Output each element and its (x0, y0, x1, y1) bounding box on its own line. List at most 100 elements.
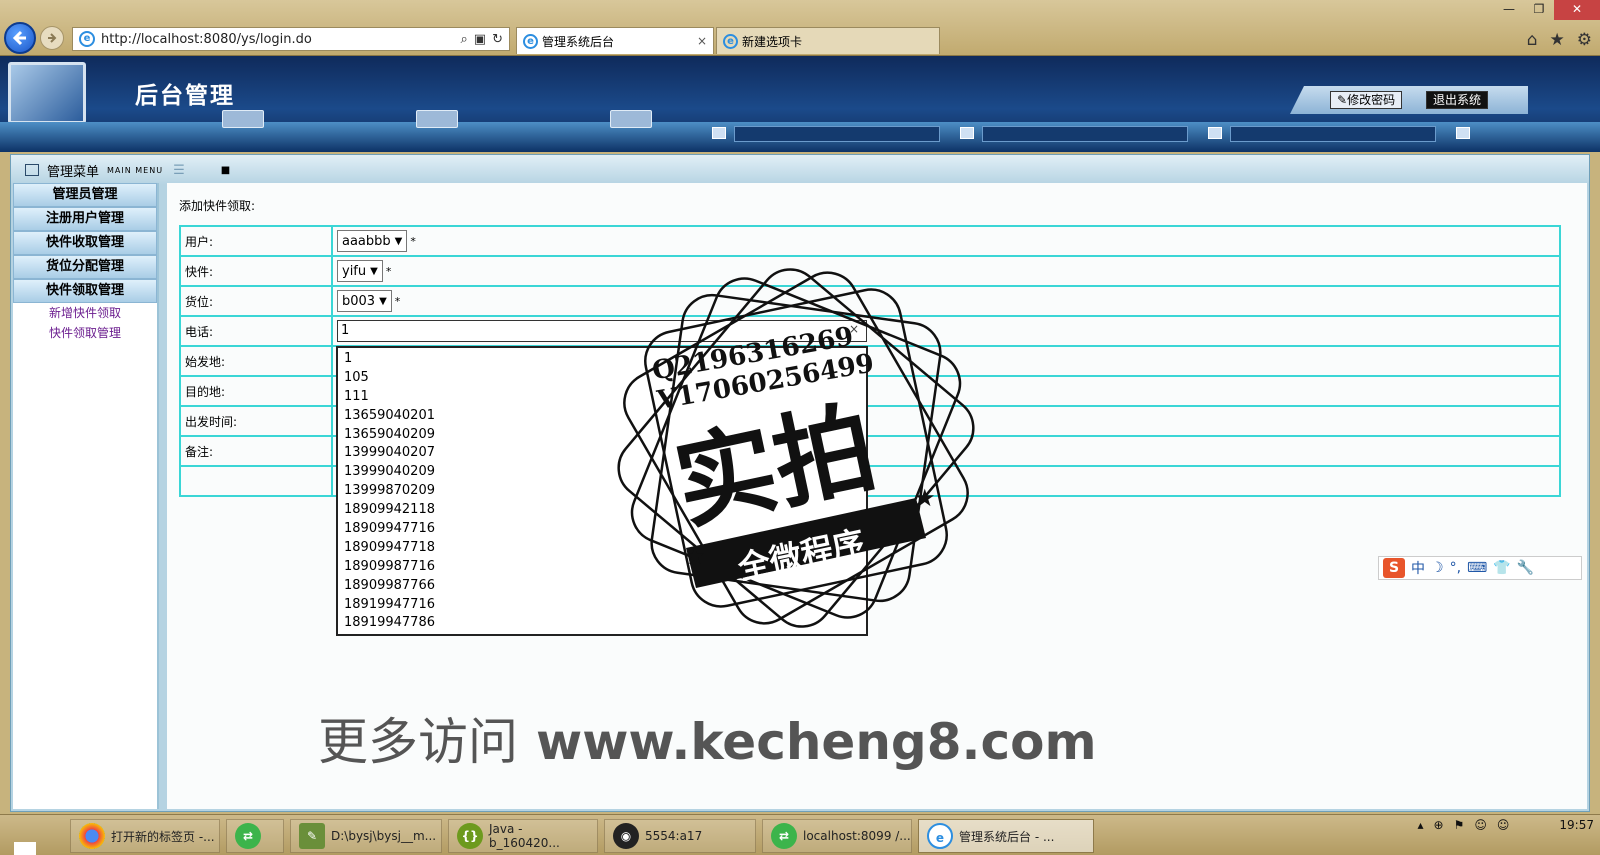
chrome-icon (79, 823, 105, 849)
list-item[interactable]: 18919947716 (344, 596, 860, 615)
user-select[interactable]: aaabbb ▼ (337, 230, 408, 252)
taskbar-item-explorer[interactable]: ✎ D:\bysj\bysj__m... (290, 819, 442, 853)
keyboard-icon[interactable]: ⌨ (1467, 560, 1487, 576)
form-row: 快件: yifu ▼ * (179, 255, 1561, 287)
collapse-icon[interactable]: ☰ (173, 163, 185, 178)
monitor-icon (416, 110, 458, 128)
slot-select[interactable]: b003 ▼ (337, 290, 392, 312)
ime-toolbar[interactable]: S 中 ☽ °, ⌨ 👕 🔧 (1378, 556, 1582, 580)
back-button[interactable] (4, 22, 36, 54)
sidebar: 管理员管理 注册用户管理 快件收取管理 货位分配管理 快件领取管理 新增快件领取… (13, 183, 159, 809)
menu-title: 管理菜单 (47, 164, 100, 180)
field-label: 快件: (179, 255, 333, 287)
list-item[interactable]: 18909947718 (344, 539, 860, 558)
field-label: 用户: (179, 225, 333, 257)
taskbar-item-emulator[interactable]: ◉ 5554:a17 (604, 819, 756, 853)
tab-new[interactable]: e 新建选项卡 (716, 27, 940, 54)
monitor-icon (222, 110, 264, 128)
home-icon[interactable]: ⌂ (1527, 30, 1538, 50)
monitor-icon (960, 127, 974, 139)
skin-icon[interactable]: 👕 (1493, 560, 1510, 576)
sidebar-item-admin[interactable]: 管理员管理 (13, 183, 157, 207)
sidebar-link-add-pickup[interactable]: 新增快件领取 (13, 303, 157, 323)
list-item[interactable]: 18919947786 (344, 614, 860, 633)
minimize-button[interactable]: — (1494, 0, 1524, 20)
search-icon[interactable]: ⌕ (461, 32, 468, 47)
close-icon[interactable]: × (697, 34, 707, 48)
ie-icon: e (927, 823, 953, 849)
list-item[interactable]: 13659040201 (344, 407, 860, 426)
form-row: 电话: 1 (179, 315, 1561, 347)
field-label: 出发时间: (179, 405, 333, 437)
arrow-left-icon (12, 30, 26, 46)
required-mark: * (385, 264, 392, 278)
star-icon[interactable]: ★ (1550, 30, 1565, 50)
form-row: 货位: b003 ▼ * (179, 285, 1561, 317)
field-label: 始发地: (179, 345, 333, 377)
menu-icon (25, 164, 39, 176)
list-item[interactable]: 18909942118 (344, 501, 860, 520)
field-label: 货位: (179, 285, 333, 317)
taskbar-item-ie[interactable]: e 管理系统后台 - ... (918, 819, 1094, 853)
taskbar-item-app[interactable]: ⇄ (226, 819, 284, 853)
close-window-button[interactable]: ✕ (1554, 0, 1600, 20)
arrow-up-icon[interactable]: ▴ (1418, 818, 1424, 832)
change-password-button[interactable]: ✎修改密码 (1330, 91, 1403, 109)
punctuation-icon[interactable]: °, (1450, 560, 1461, 576)
flag-icon[interactable]: ⚑ (1454, 818, 1465, 832)
address-bar[interactable]: e http://localhost:8080/ys/login.do ⌕ ▣ … (72, 27, 510, 51)
sidebar-item-users[interactable]: 注册用户管理 (13, 207, 157, 231)
list-item[interactable]: 13999040209 (344, 463, 860, 482)
list-item[interactable]: 18909987766 (344, 577, 860, 596)
parcel-select[interactable]: yifu ▼ (337, 260, 383, 282)
phone-input[interactable]: 1 (337, 320, 867, 342)
sidebar-item-slots[interactable]: 货位分配管理 (13, 255, 157, 279)
browser-icon: ⇄ (771, 823, 797, 849)
start-button[interactable] (14, 842, 36, 855)
clear-icon[interactable]: × (849, 322, 859, 336)
gear-icon[interactable]: ⚙ (1577, 30, 1592, 50)
address-url[interactable]: http://localhost:8080/ys/login.do (101, 32, 461, 47)
restore-button[interactable]: ❐ (1524, 0, 1554, 20)
network-icon[interactable]: ⊕ (1434, 818, 1444, 832)
list-item[interactable]: 13999040207 (344, 444, 860, 463)
qq-icon[interactable]: ☺ (1497, 818, 1510, 832)
list-item[interactable]: 13659040209 (344, 426, 860, 445)
chevron-down-icon: ▼ (370, 265, 378, 277)
monitor-icon (610, 110, 652, 128)
notepad-icon: ✎ (299, 823, 325, 849)
sidebar-item-pickup[interactable]: 快件领取管理 (13, 279, 157, 303)
autocomplete-list: 1 105 111 13659040201 13659040209 139990… (336, 346, 868, 636)
tab-admin[interactable]: e 管理系统后台 × (516, 27, 714, 54)
sidebar-item-receive[interactable]: 快件收取管理 (13, 231, 157, 255)
menu-title-en: MAIN MENU (107, 165, 164, 175)
refresh-icon[interactable]: ↻ (492, 32, 503, 47)
form-row: 用户: aaabbb ▼ * (179, 225, 1561, 257)
list-item[interactable]: 13999870209 (344, 482, 860, 501)
list-item[interactable]: 18909987716 (344, 558, 860, 577)
chevron-down-icon: ▼ (394, 235, 403, 247)
clock: 19:57 (1559, 818, 1594, 832)
taskbar-item-chrome[interactable]: 打开新的标签页 -... (70, 819, 220, 853)
wrench-icon[interactable]: 🔧 (1517, 560, 1534, 576)
field-label: 目的地: (179, 375, 333, 407)
list-item[interactable]: 1 (344, 350, 860, 369)
list-item[interactable]: 18909947716 (344, 520, 860, 539)
logout-button[interactable]: 退出系统 (1426, 91, 1489, 109)
taskbar-item-localhost[interactable]: ⇄ localhost:8099 /... (762, 819, 912, 853)
sidebar-link-pickup-manage[interactable]: 快件领取管理 (13, 323, 157, 343)
taskbar-item-java[interactable]: {} Java - b_160420... (448, 819, 598, 853)
monitor-icon (712, 127, 726, 139)
monitor-icon (1456, 127, 1470, 139)
qq-icon[interactable]: ☺ (1474, 818, 1487, 832)
field-label: 备注: (179, 435, 333, 467)
form-title: 添加快件领取: (179, 199, 256, 213)
compat-view-icon[interactable]: ▣ (474, 32, 486, 47)
moon-icon[interactable]: ☽ (1431, 560, 1444, 576)
taskbar: 打开新的标签页 -... ⇄ ✎ D:\bysj\bysj__m... {} Jav… (0, 814, 1600, 855)
bullet-icon: ■ (220, 164, 231, 176)
list-item[interactable]: 111 (344, 388, 860, 407)
forward-button[interactable] (40, 26, 64, 50)
required-mark: * (410, 234, 416, 248)
list-item[interactable]: 105 (344, 369, 860, 388)
